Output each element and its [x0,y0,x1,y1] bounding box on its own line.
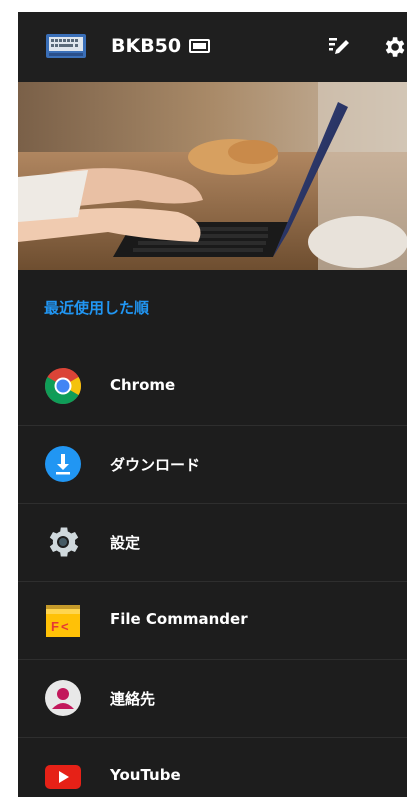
settings-icon[interactable] [381,34,407,60]
edit-list-icon[interactable] [327,34,351,58]
contacts-icon [45,680,81,716]
battery-icon [189,39,211,53]
list-item-chrome[interactable]: Chrome [18,348,407,426]
list-item-label: 連絡先 [110,690,156,708]
list-item-youtube[interactable]: YouTube [18,738,407,797]
top-bar: BKB50 [18,12,407,82]
app-list: Chrome ダウンロード 設定 F < File Commander 連絡先 … [18,348,407,797]
list-item-download[interactable]: ダウンロード [18,426,407,504]
device-title: BKB50 [111,35,211,57]
list-item-contacts[interactable]: 連絡先 [18,660,407,738]
list-item-label: Chrome [110,376,176,394]
hero-image [18,82,407,270]
keyboard-icon [46,34,86,58]
section-title: 最近使用した順 [44,299,150,317]
device-name: BKB50 [111,35,182,57]
list-item-label: 設定 [110,534,141,552]
list-item-label: YouTube [110,766,181,784]
list-item-settings[interactable]: 設定 [18,504,407,582]
list-item-label: File Commander [110,610,248,628]
list-item-label: ダウンロード [110,456,201,474]
youtube-icon [45,765,81,789]
list-item-file-commander[interactable]: F < File Commander [18,582,407,660]
svg-text:<: < [61,619,69,634]
download-icon [45,446,81,482]
file-commander-icon: F < [46,605,80,637]
svg-text:F: F [51,619,59,634]
launcher-panel: BKB50 最近使用した順 Chrome ダウンロード 設定 F < File … [18,12,407,797]
settings-gear-icon [49,527,79,557]
chrome-icon [44,368,82,405]
